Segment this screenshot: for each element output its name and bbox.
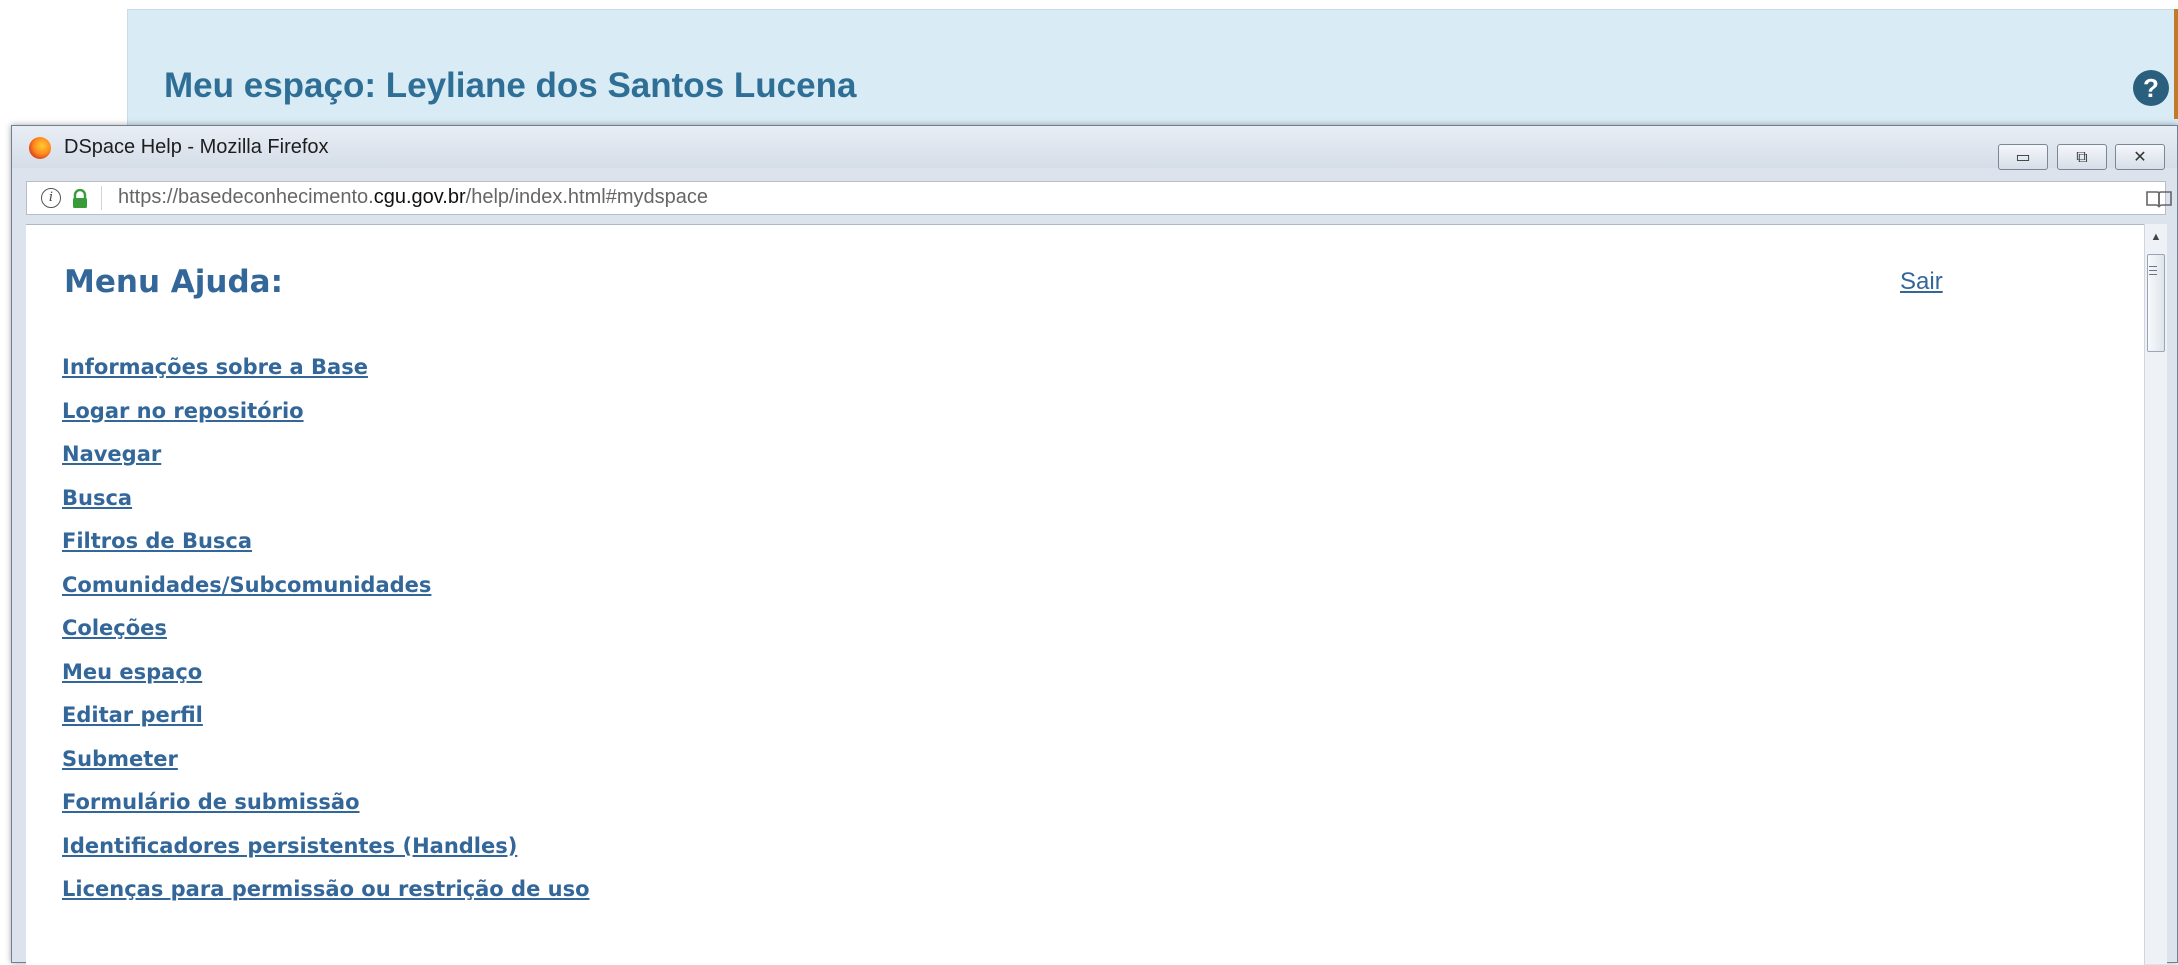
- minimize-icon: ▭: [2015, 147, 2031, 166]
- info-icon[interactable]: i: [41, 188, 61, 208]
- close-icon: ✕: [2133, 147, 2147, 166]
- maximize-button[interactable]: ⧉: [2057, 144, 2107, 170]
- url-text[interactable]: https://basedeconhecimento.cgu.gov.br/he…: [118, 186, 708, 209]
- firefox-icon: [29, 137, 51, 159]
- url-separator: [101, 186, 102, 210]
- help-link-busca[interactable]: Busca: [62, 486, 590, 530]
- scrollbar-grip-icon: [2149, 266, 2157, 278]
- address-bar[interactable]: i https://basedeconhecimento.cgu.gov.br/…: [26, 181, 2172, 215]
- help-link-editar-perfil[interactable]: Editar perfil: [62, 703, 590, 747]
- background-edge-divider: [2174, 9, 2178, 119]
- window-title: DSpace Help - Mozilla Firefox: [64, 136, 329, 158]
- close-button[interactable]: ✕: [2115, 144, 2165, 170]
- help-content: Menu Ajuda: Sair Informações sobre a Bas…: [26, 224, 2144, 965]
- help-link-colecoes[interactable]: Coleções: [62, 616, 590, 660]
- help-link-comunidades[interactable]: Comunidades/Subcomunidades: [62, 573, 590, 617]
- help-link-informacoes[interactable]: Informações sobre a Base: [62, 355, 590, 399]
- vertical-scrollbar[interactable]: ▲: [2144, 224, 2167, 964]
- url-domain: cgu.gov.br: [373, 186, 466, 208]
- help-topic-list: Informações sobre a Base Logar no reposi…: [62, 355, 590, 921]
- help-link-meu-espaco[interactable]: Meu espaço: [62, 660, 590, 704]
- lock-icon[interactable]: [71, 189, 89, 209]
- restore-icon: ⧉: [2076, 147, 2088, 166]
- url-path: /help/index.html#mydspace: [465, 186, 708, 208]
- question-circle-icon[interactable]: ?: [2133, 70, 2169, 106]
- reader-view-icon[interactable]: [2145, 189, 2173, 209]
- exit-link[interactable]: Sair: [1900, 268, 1943, 296]
- help-link-handles[interactable]: Identificadores persistentes (Handles): [62, 834, 590, 878]
- help-link-filtros[interactable]: Filtros de Busca: [62, 529, 590, 573]
- help-link-logar[interactable]: Logar no repositório: [62, 399, 590, 443]
- help-link-formulario[interactable]: Formulário de submissão: [62, 790, 590, 834]
- window-titlebar[interactable]: DSpace Help - Mozilla Firefox ▭ ⧉ ✕: [12, 126, 2177, 170]
- scroll-up-icon[interactable]: ▲: [2145, 226, 2167, 248]
- minimize-button[interactable]: ▭: [1998, 144, 2048, 170]
- help-link-submeter[interactable]: Submeter: [62, 747, 590, 791]
- background-page-title: Meu espaço: Leyliane dos Santos Lucena: [164, 66, 857, 105]
- help-link-licencas[interactable]: Licenças para permissão ou restrição de …: [62, 877, 590, 921]
- help-menu-title: Menu Ajuda:: [64, 264, 283, 300]
- url-prefix: https://basedeconhecimento.: [118, 186, 374, 208]
- help-popup-window: DSpace Help - Mozilla Firefox ▭ ⧉ ✕ i ht…: [11, 125, 2178, 965]
- help-link-navegar[interactable]: Navegar: [62, 442, 590, 486]
